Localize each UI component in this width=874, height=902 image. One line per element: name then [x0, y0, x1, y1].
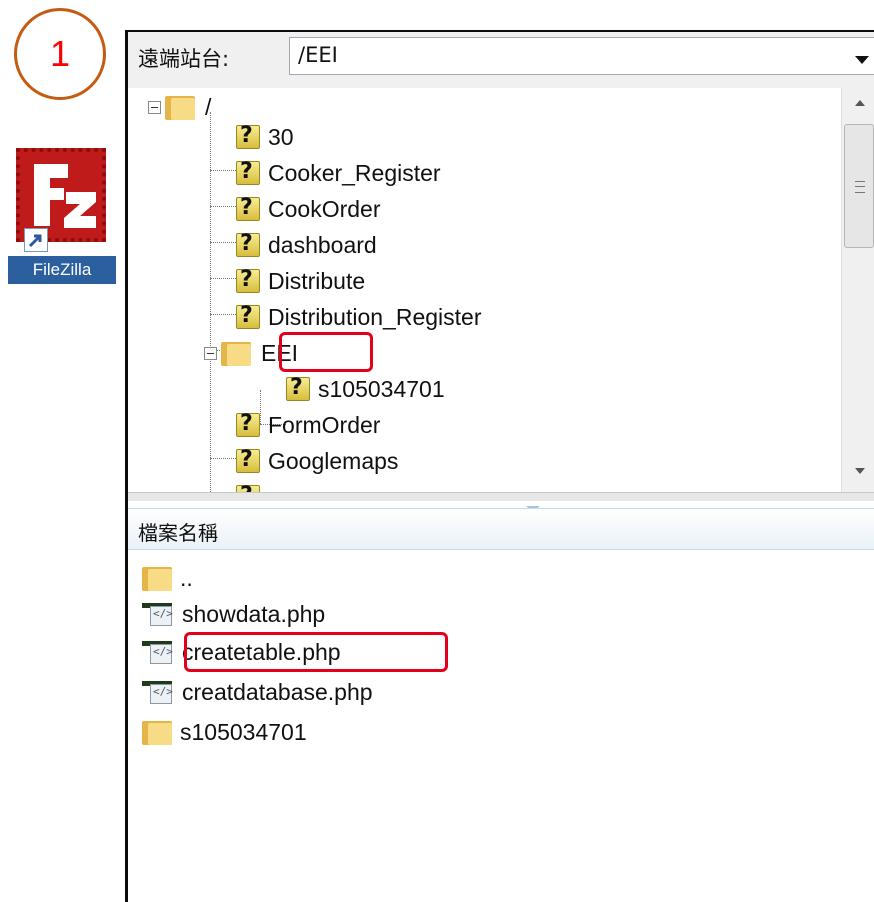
file-list-header[interactable]: 檔案名稱 [128, 508, 874, 550]
tree-item-distribution-register[interactable]: ? Distribution_Register [236, 300, 481, 334]
unknown-folder-icon: ? [236, 267, 260, 293]
pane-splitter[interactable] [128, 492, 874, 501]
tree-guide-line [210, 458, 236, 459]
unknown-folder-icon: ? [236, 123, 260, 149]
tree-guide-line [210, 314, 236, 315]
tree-item-partial: ? [236, 480, 260, 492]
remote-directory-tree: / ? 30 ? Cooker_Register ? CookOrder ? d… [128, 88, 874, 492]
tree-item-dashboard[interactable]: ? dashboard [236, 228, 377, 262]
php-file-icon: </> [142, 679, 176, 705]
file-name: showdata.php [182, 600, 326, 627]
tree-item-label: Cooker_Register [268, 159, 441, 186]
tree-guide-line [210, 242, 236, 243]
tree-item-label: Googlemaps [268, 447, 399, 474]
tree-item-label: s105034701 [318, 375, 445, 402]
remote-path-input[interactable]: /EEI [289, 37, 874, 75]
path-dropdown-arrow-icon[interactable] [855, 56, 869, 64]
unknown-folder-icon: ? [236, 231, 260, 257]
tree-item-googlemaps[interactable]: ? Googlemaps [236, 444, 398, 478]
unknown-folder-icon: ? [236, 483, 260, 492]
tree-item-label: / [205, 93, 212, 120]
tree-item-label: FormOrder [268, 411, 381, 438]
php-file-icon: </> [142, 601, 176, 627]
file-row-s105034701[interactable]: s105034701 [142, 714, 307, 750]
scroll-up-arrow-icon[interactable] [855, 100, 865, 106]
tree-item-distribute[interactable]: ? Distribute [236, 264, 365, 298]
collapse-toggle-icon[interactable] [148, 100, 161, 114]
scroll-thumb[interactable] [844, 124, 874, 248]
scroll-grip-icon [855, 181, 865, 193]
tree-item-30[interactable]: ? 30 [236, 120, 294, 154]
folder-icon [165, 94, 197, 120]
unknown-folder-icon: ? [236, 159, 260, 185]
tree-item-label: Distribute [268, 267, 366, 294]
unknown-folder-icon: ? [236, 303, 260, 329]
folder-icon [142, 565, 174, 591]
remote-site-label: 遠端站台: [138, 47, 230, 71]
tree-guide-line [210, 170, 236, 171]
tree-item-label: 30 [268, 123, 294, 150]
collapse-toggle-icon[interactable] [204, 346, 217, 360]
step-number-marker: 1 [14, 8, 106, 100]
php-file-icon: </> [142, 639, 176, 665]
tree-guide-line [210, 206, 236, 207]
tree-guide-line [210, 112, 211, 492]
tree-item-cookorder[interactable]: ? CookOrder [236, 192, 380, 226]
file-name: creatdatabase.php [182, 678, 373, 705]
file-row-showdata[interactable]: </> showdata.php [142, 596, 325, 632]
filezilla-desktop-shortcut[interactable]: FileZilla [8, 140, 116, 286]
tree-item-cooker-register[interactable]: ? Cooker_Register [236, 156, 441, 190]
tree-guide-line [210, 278, 236, 279]
tree-item-label: dashboard [268, 231, 377, 258]
unknown-folder-icon: ? [236, 195, 260, 221]
tree-scrollbar[interactable] [841, 88, 874, 492]
tree-item-label: CookOrder [268, 195, 381, 222]
eei-highlight-box [279, 332, 373, 372]
unknown-folder-icon: ? [236, 411, 260, 437]
scroll-down-arrow-icon[interactable] [855, 468, 865, 474]
filezilla-logo-icon [16, 148, 106, 252]
shortcut-arrow-icon [24, 228, 48, 252]
folder-icon [142, 719, 174, 745]
tree-item-root[interactable]: / [148, 90, 211, 124]
file-row-creatdatabase[interactable]: </> creatdatabase.php [142, 674, 373, 710]
file-name: s105034701 [180, 718, 307, 745]
unknown-folder-icon: ? [236, 447, 260, 473]
tree-item-label: Distribution_Register [268, 303, 482, 330]
tree-item-formorder[interactable]: ? FormOrder [236, 408, 380, 442]
folder-icon [221, 340, 253, 366]
filezilla-remote-pane: 遠端站台: /EEI / ? 30 ? Cooker_Register ? Co… [125, 30, 874, 902]
remote-site-bar: 遠端站台: /EEI [128, 32, 874, 88]
file-name: .. [180, 564, 193, 591]
unknown-folder-icon: ? [286, 375, 310, 401]
shortcut-label: FileZilla [8, 256, 116, 284]
column-header-filename[interactable]: 檔案名稱 [138, 517, 218, 546]
tree-item-s105034701[interactable]: ? s105034701 [286, 372, 445, 406]
createtable-highlight-box [184, 632, 448, 672]
file-row-parent[interactable]: .. [142, 560, 193, 596]
